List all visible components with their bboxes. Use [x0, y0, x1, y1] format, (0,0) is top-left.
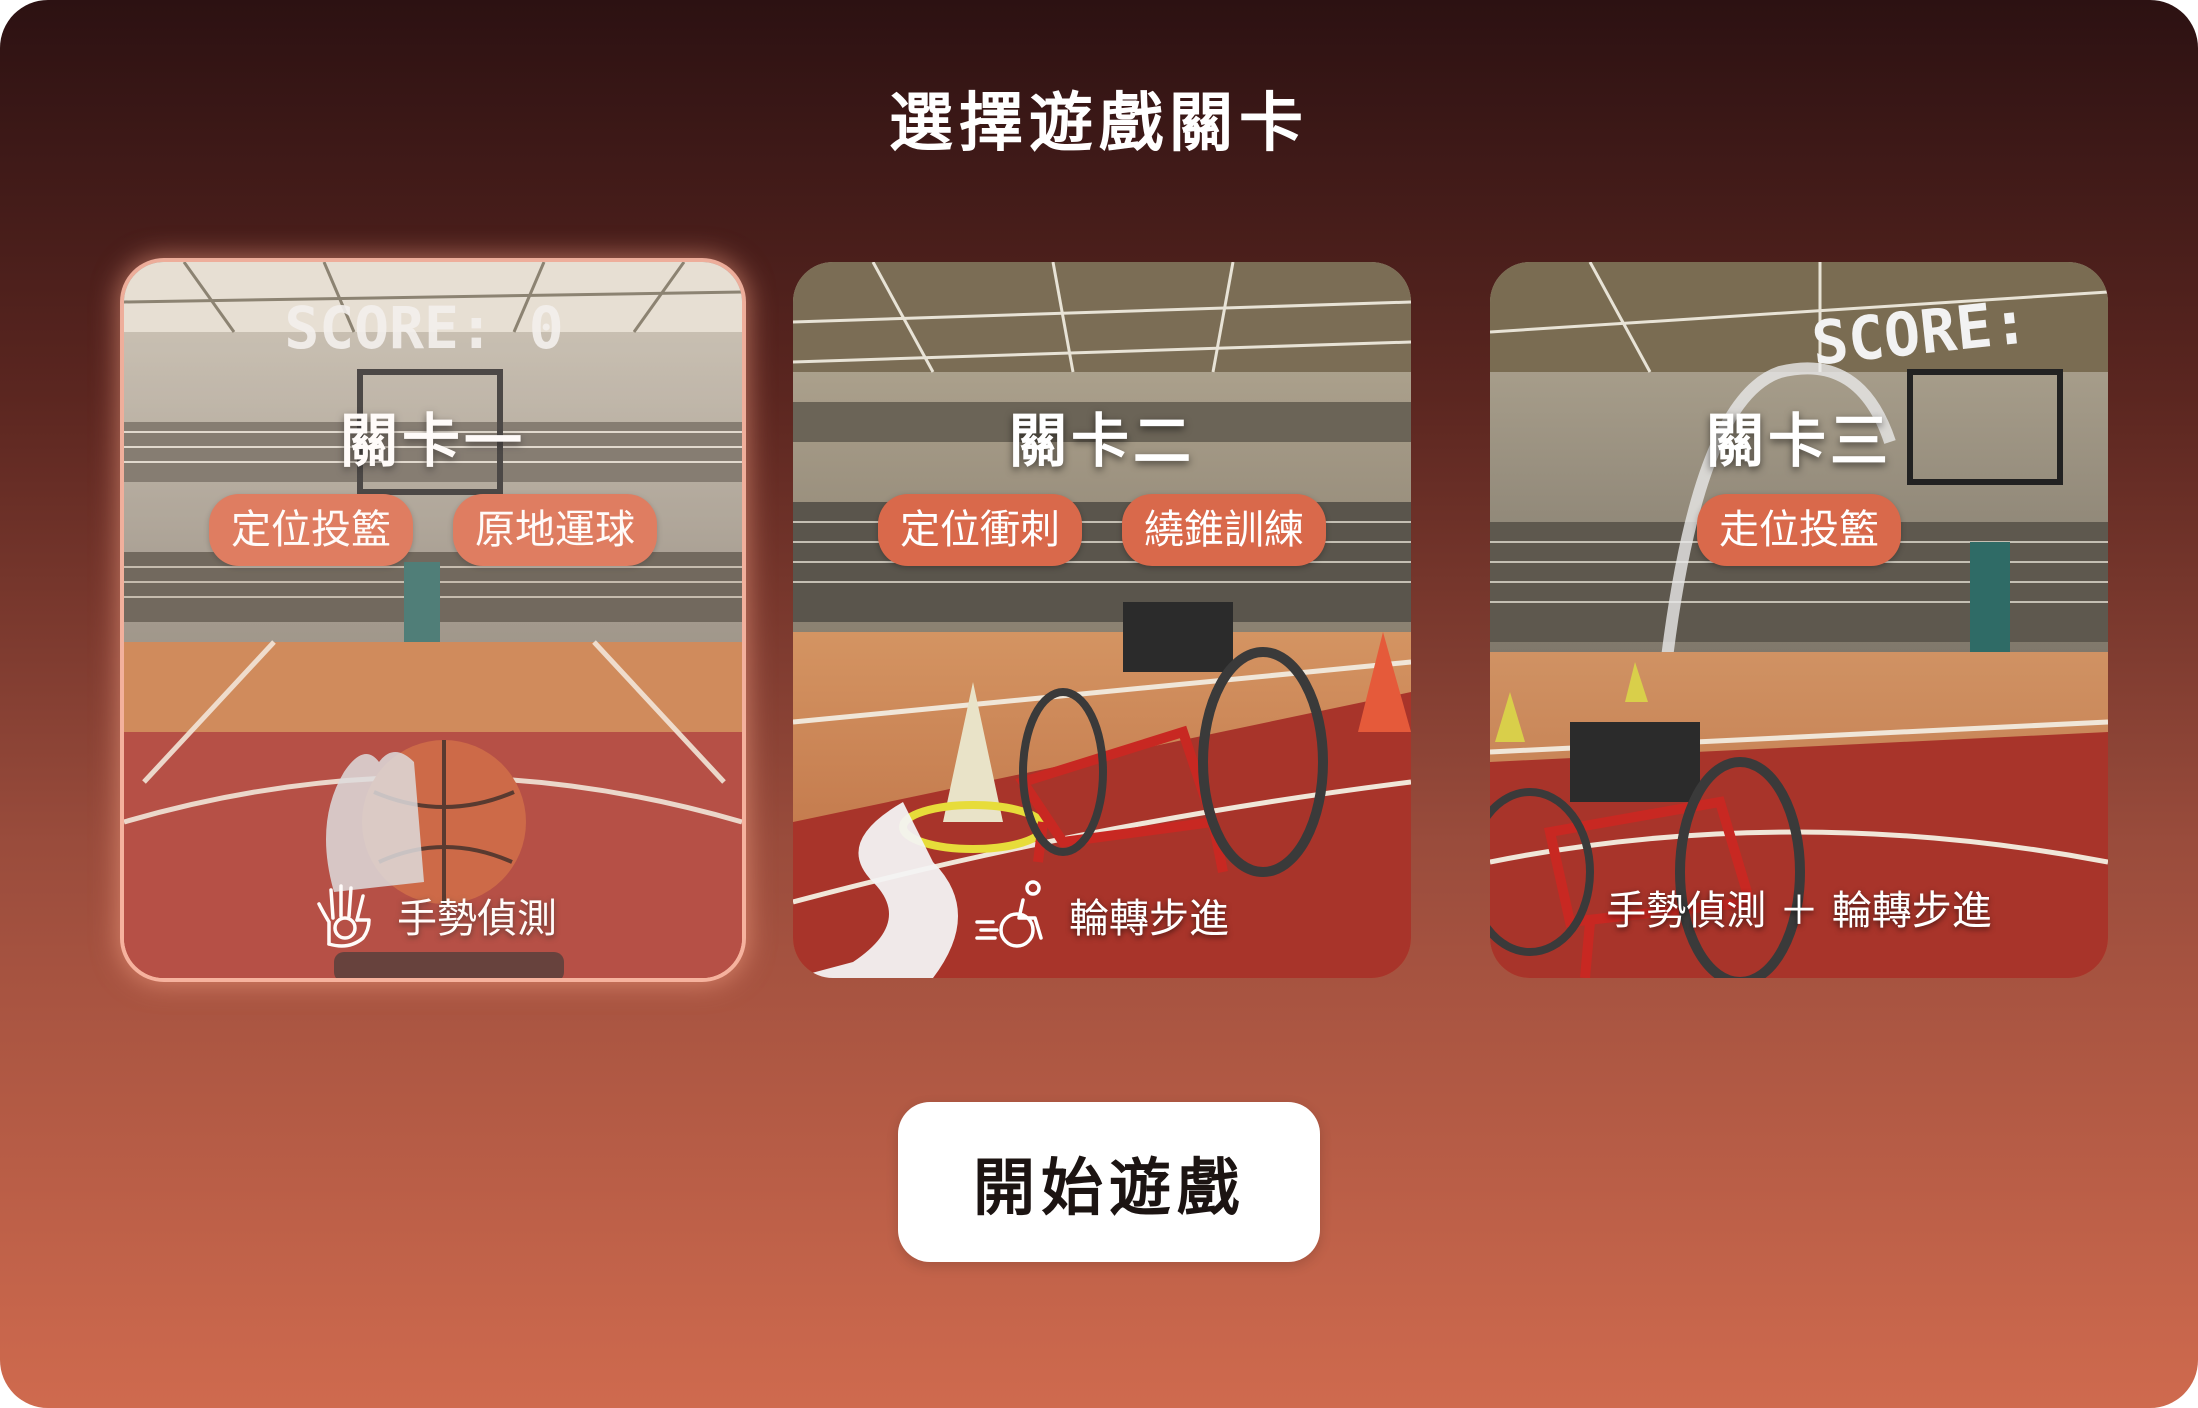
level-2-tag-2: 繞錐訓練 [1122, 494, 1326, 566]
wheelchair-icon [975, 880, 1043, 948]
level-card-2[interactable]: 關卡二 定位衝刺 繞錐訓練 輪轉步進 [793, 262, 1411, 978]
level-card-1[interactable]: SCORE: 0 關卡一 定位投籃 原地運球 手勢偵測 [124, 262, 742, 978]
level-select-screen: 選擇遊戲關卡 SCORE: 0 關卡一 定位投籃 原地運球 手勢偵測 關卡二 定… [0, 0, 2198, 1408]
level-2-title: 關卡二 [1008, 407, 1195, 475]
level-1-mode: 手勢偵測 [124, 878, 742, 952]
level-1-scene-image: SCORE: 0 [124, 262, 742, 978]
level-2-scene-image [793, 262, 1411, 978]
level-2-tags: 定位衝刺 繞錐訓練 [793, 494, 1411, 566]
level-3-mode: 手勢偵測 ＋ 輪轉步進 [1490, 878, 2108, 936]
level-1-tag-1: 定位投籃 [209, 494, 413, 566]
level-3-tag-1: 走位投籃 [1697, 494, 1901, 566]
level-card-3[interactable]: SCORE: 關卡三 走位投籃 手勢偵測 ＋ 輪轉步進 [1490, 262, 2108, 978]
level-3-scene-image: SCORE: [1490, 262, 2108, 978]
level-3-tags: 走位投籃 [1490, 494, 2108, 566]
level-1-title: 關卡一 [339, 407, 526, 475]
start-game-button[interactable]: 開始遊戲 [898, 1102, 1320, 1262]
level-1-tag-2: 原地運球 [453, 494, 657, 566]
level-1-mode-label: 手勢偵測 [397, 896, 557, 942]
level-3-mode-label: 手勢偵測 ＋ 輪轉步進 [1606, 888, 1992, 934]
scoreboard-text: SCORE: 0 [284, 294, 563, 362]
level-2-tag-1: 定位衝刺 [878, 494, 1082, 566]
level-2-mode-label: 輪轉步進 [1069, 896, 1229, 942]
level-2-mode: 輪轉步進 [793, 878, 1411, 952]
hand-gesture-icon [317, 884, 371, 948]
level-3-title: 關卡三 [1705, 407, 1892, 475]
page-title: 選擇遊戲關卡 [889, 87, 1309, 161]
level-1-tags: 定位投籃 原地運球 [124, 494, 742, 566]
